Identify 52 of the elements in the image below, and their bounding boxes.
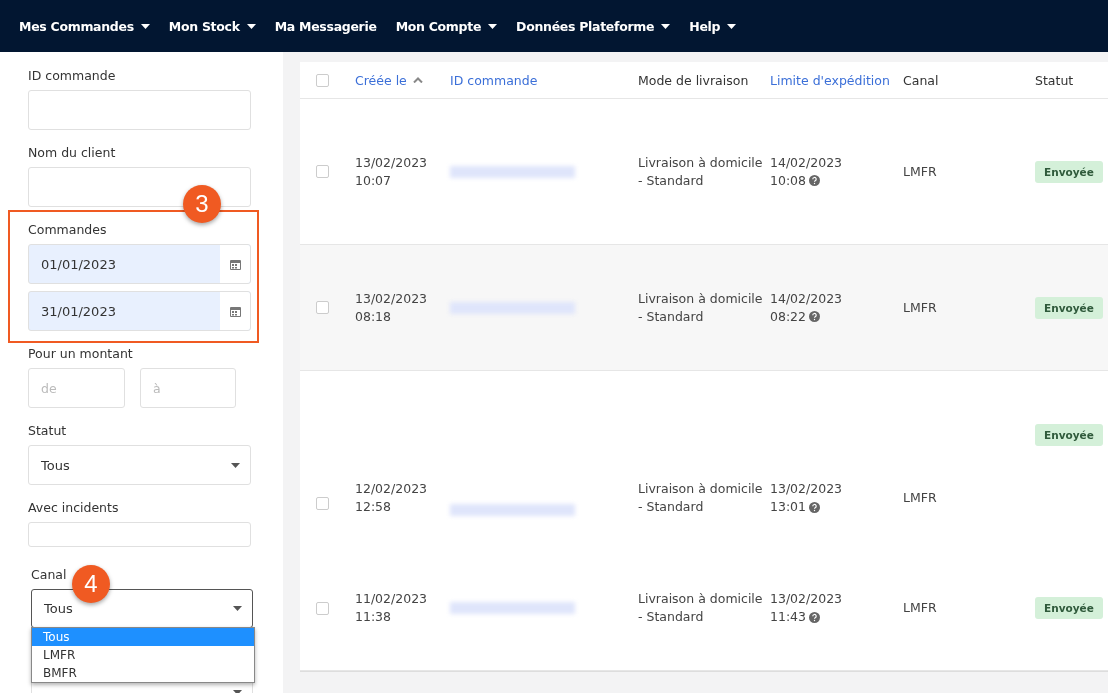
step-marker: 4: [72, 565, 110, 603]
delivery-mode-cell-text: Livraison à domicile - Standard: [638, 289, 764, 326]
delivery-mode-cell-text: Livraison à domicile - Standard: [638, 153, 764, 190]
limit-date: 14/02/2023: [770, 153, 844, 172]
field-label: Statut: [28, 423, 67, 438]
limit-date: 13/02/2023: [770, 480, 844, 498]
nav-menu-item[interactable]: Mon Compte: [395, 18, 498, 34]
nav-menu-item[interactable]: Données Plateforme: [516, 18, 671, 34]
date-field[interactable]: 01/01/2023: [28, 244, 251, 284]
status-badge: Envoyée: [1035, 296, 1103, 319]
field-label: Nom du client: [28, 145, 116, 160]
limit-time: 13:01: [770, 498, 807, 516]
channel-cell-text: LMFR: [903, 599, 938, 617]
input-field[interactable]: de: [28, 368, 125, 408]
created-date-cell-text: 13/02/2023 10:07: [355, 153, 429, 190]
step-marker: 3: [183, 185, 221, 223]
status-badge: Envoyée: [1035, 424, 1103, 446]
nav-menu-item[interactable]: Mon Stock: [168, 18, 256, 34]
field-label: Avec incidents: [28, 500, 119, 515]
channel-cell-text: LMFR: [903, 162, 938, 181]
channel-cell-text: LMFR: [903, 298, 938, 317]
column-header[interactable]: Limite d'expédition: [770, 72, 903, 88]
column-header[interactable]: Créée le: [355, 72, 450, 88]
dropdown-option[interactable]: BMFR: [32, 664, 254, 682]
column-header: Statut: [1035, 72, 1075, 88]
field-label: Canal: [31, 567, 67, 582]
column-header: Mode de livraison: [638, 72, 750, 88]
input-field[interactable]: à: [140, 368, 236, 408]
limit-time: 11:43: [770, 608, 807, 626]
column-header[interactable]: ID commande: [450, 72, 638, 88]
date-field[interactable]: 31/01/2023: [28, 291, 251, 331]
nav-menu-item[interactable]: Ma Messagerie: [274, 18, 377, 34]
field-label: ID commande: [28, 68, 116, 83]
limit-date: 14/02/2023: [770, 289, 844, 308]
field-label: Pour un montant: [28, 346, 133, 361]
status-select[interactable]: Tous: [28, 445, 251, 485]
created-date-cell-text: 11/02/2023 11:38: [355, 590, 429, 626]
nav-menu-item[interactable]: Help: [689, 18, 737, 34]
limit-date: 13/02/2023: [770, 590, 844, 608]
limit-time: 10:08: [770, 171, 807, 190]
column-header: Canal: [903, 72, 940, 88]
channel-cell-text: LMFR: [903, 489, 938, 507]
field-label: Commandes: [28, 222, 107, 237]
dropdown-option[interactable]: LMFR: [32, 646, 254, 664]
delivery-mode-cell-text: Livraison à domicile - Standard: [638, 480, 764, 516]
created-date-cell-text: 13/02/2023 08:18: [355, 289, 429, 326]
status-badge: Envoyée: [1035, 597, 1103, 619]
status-badge: Envoyée: [1035, 160, 1103, 183]
delivery-mode-cell-text: Livraison à domicile - Standard: [638, 590, 764, 626]
nav-menu-item[interactable]: Mes Commandes: [19, 18, 150, 34]
limit-time: 08:22: [770, 307, 807, 326]
created-date-cell-text: 12/02/2023 12:58: [355, 480, 429, 516]
